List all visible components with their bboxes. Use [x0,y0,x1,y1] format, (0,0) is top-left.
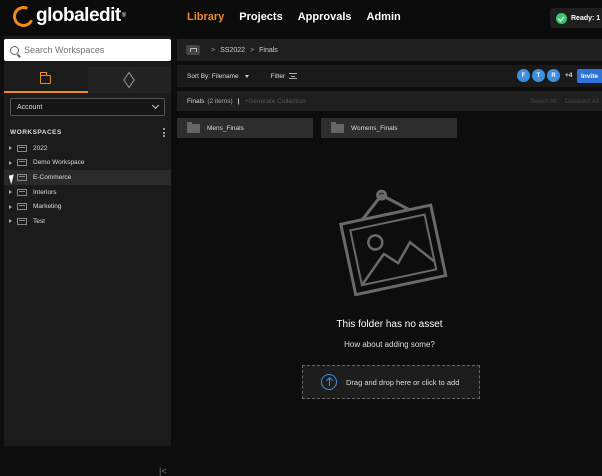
logo-mark-icon [10,2,37,30]
status-label: Ready: 1 [571,14,601,22]
workspace-item-interiors[interactable]: Interiors [4,185,171,200]
collaborator-avatars: F T R +4 [517,69,572,82]
logo[interactable]: globaledit ® [10,2,127,30]
workspace-label: E-Commerce [33,173,72,181]
workspace-item-ecommerce[interactable]: E-Commerce [4,170,171,185]
breadcrumb: > SS2022 > Finals [177,39,602,61]
sort-label: Sort By: Filename [187,72,239,80]
folder-icon [40,71,52,84]
toolbar: Sort By: Filename Filter F T R +4 Invite [177,65,602,87]
search-icon [10,45,19,55]
nav-projects[interactable]: Projects [239,11,282,23]
logo-text: globaledit [36,5,121,26]
search-input[interactable] [24,45,154,55]
collapse-sidebar-icon[interactable]: |< [159,466,167,476]
expand-arrow-icon[interactable] [9,160,12,165]
sidebar-tabs [4,67,171,93]
folder-card-womens[interactable]: Womens_Finals [321,118,457,138]
main-content: > SS2022 > Finals Sort By: Filename Filt… [177,36,602,446]
item-count: (2 items) [207,97,233,105]
sidebar: Account WORKSPACES 2022 Demo Workspace E… [4,36,171,476]
breadcrumb-separator: > [250,46,255,54]
breadcrumb-finals[interactable]: Finals [259,47,278,54]
more-options-icon[interactable] [163,128,165,137]
avatar-more-count[interactable]: +4 [565,72,572,79]
nav-approvals[interactable]: Approvals [298,11,352,23]
workspaces-header: WORKSPACES [10,128,165,137]
workspace-label: 2022 [33,144,48,152]
upload-icon [321,374,337,390]
workspace-folder-icon [17,173,27,181]
tab-layers[interactable] [87,67,171,93]
folder-icon [331,121,344,133]
avatar[interactable]: F [517,69,530,82]
folder-title: Finals [187,97,205,105]
filter-icon [289,73,298,79]
sort-dropdown[interactable]: Sort By: Filename [187,73,249,80]
workspace-folder-icon [17,203,27,211]
empty-picture-frame-icon [338,189,448,296]
nav-library[interactable]: Library [187,11,224,23]
search-box[interactable] [4,39,171,61]
workspace-item-demo[interactable]: Demo Workspace [4,156,171,171]
breadcrumb-ss2022[interactable]: SS2022 [220,47,245,54]
workspace-item-test[interactable]: Test [4,214,171,229]
main-nav: Library Projects Approvals Admin [187,11,401,23]
expand-arrow-icon[interactable] [9,219,12,224]
workspace-folder-icon [17,144,27,152]
workspace-label: Marketing [33,203,62,211]
workspace-item-2022[interactable]: 2022 [4,141,171,156]
empty-state-subtitle: How about adding some? [344,340,435,349]
check-circle-icon [556,12,567,24]
dropzone-label: Drag and drop here or click to add [346,377,460,387]
workspaces-title: WORKSPACES [10,129,62,136]
status-badge[interactable]: Ready: 1 [550,8,602,28]
filter-label: Filter [270,72,286,80]
caret-down-icon [244,74,249,78]
generate-collection-button[interactable]: +Generate Collection [244,98,305,105]
folder-icon [187,121,200,133]
upload-dropzone[interactable]: Drag and drop here or click to add [302,365,480,399]
deselect-all-button[interactable]: Deselect All [565,98,599,105]
workspace-folder-icon [17,188,27,196]
nav-admin[interactable]: Admin [367,11,401,23]
account-select[interactable]: Account [10,98,165,116]
avatar[interactable]: R [547,69,560,82]
avatar[interactable]: T [532,69,545,82]
workspace-list: 2022 Demo Workspace E-Commerce Interiors… [4,141,171,229]
workspace-item-marketing[interactable]: Marketing [4,199,171,214]
workspace-label: Interiors [33,188,57,196]
filter-button[interactable]: Filter [270,72,298,80]
logo-trademark: ® [121,13,127,19]
home-folder-icon[interactable] [186,45,200,55]
layers-icon [123,71,136,89]
workspace-label: Test [33,217,45,225]
tab-folders[interactable] [4,67,88,93]
folder-header: Finals (2 items) | +Generate Collection … [177,91,602,111]
folder-card-mens[interactable]: Mens_Finals [177,118,313,138]
workspace-folder-icon [17,159,27,167]
folder-card-label: Womens_Finals [351,124,398,132]
expand-arrow-icon[interactable] [9,190,12,195]
account-label: Account [17,103,43,111]
divider: | [237,97,240,105]
expand-arrow-icon[interactable] [9,204,12,209]
select-all-button[interactable]: Select All [530,98,557,105]
workspace-label: Demo Workspace [33,159,85,167]
invite-button[interactable]: Invite [577,69,602,83]
folder-card-label: Mens_Finals [207,124,244,132]
empty-state-title: This folder has no asset [336,319,443,330]
chevron-down-icon [151,101,160,110]
workspace-folder-icon [17,217,27,225]
breadcrumb-separator: > [211,46,216,54]
expand-arrow-icon[interactable] [9,146,12,151]
top-bar: globaledit ® Library Projects Approvals … [0,0,602,36]
